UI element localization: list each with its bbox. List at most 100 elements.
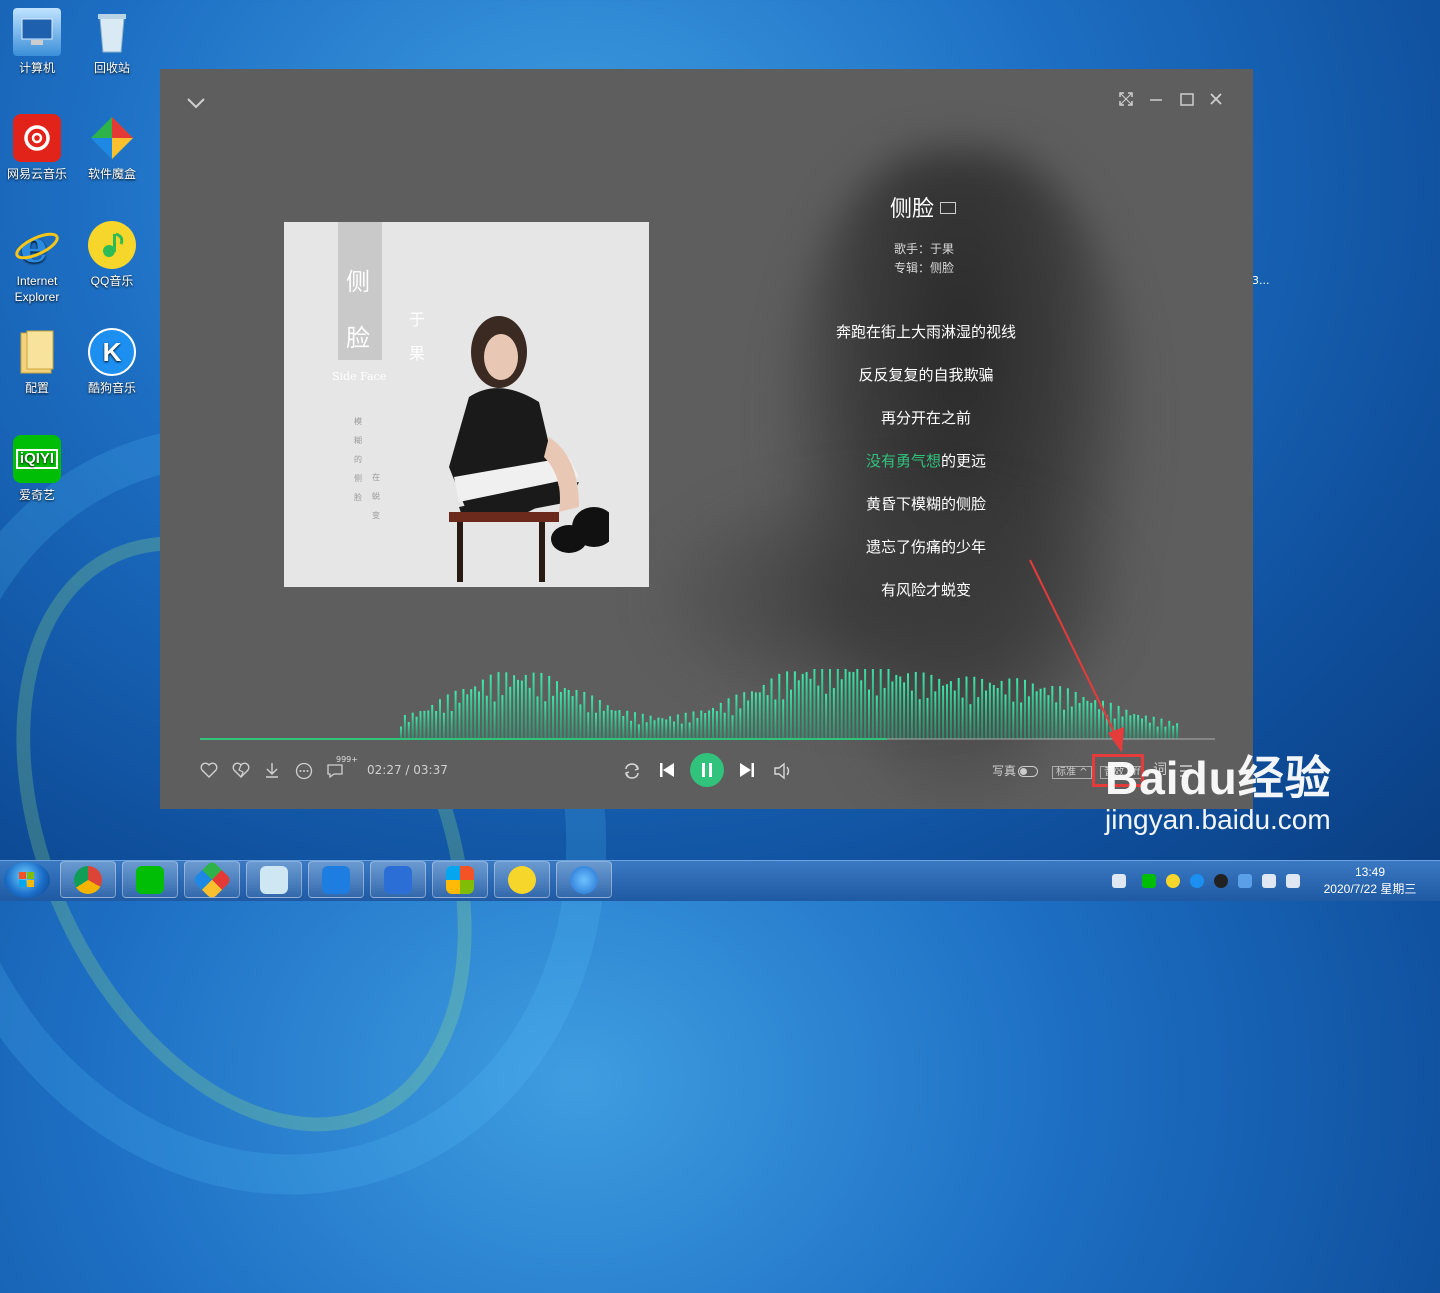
taskbar-wps[interactable] (370, 861, 426, 898)
desktop-icon-label: Internet Explorer (14, 274, 60, 304)
mv-icon[interactable] (940, 202, 957, 214)
spectrum-bar (610, 710, 613, 739)
spectrum-bar (934, 691, 937, 739)
quality-selector[interactable]: 标准 ^ (1052, 763, 1092, 779)
spectrum-bar (485, 695, 488, 739)
photo-mode-toggle[interactable]: 写真 (992, 763, 1039, 779)
spectrum-bar (875, 695, 878, 739)
network-tray-icon[interactable] (1238, 874, 1252, 888)
spectrum-bar (949, 681, 952, 739)
speaker-tray-icon[interactable] (1262, 874, 1276, 888)
spectrum-bar (513, 675, 516, 739)
computer-icon (13, 8, 61, 56)
keyboard-icon[interactable] (1112, 874, 1126, 888)
album-artist-char: 果 (409, 344, 426, 363)
previous-track-icon[interactable] (658, 761, 676, 783)
desktop-icon-ie[interactable]: e Internet Explorer (1, 221, 73, 305)
kugou-tray-icon[interactable] (1190, 874, 1204, 888)
iqiyi-icon: iQIYI (13, 435, 61, 483)
spectrum-bar (489, 674, 492, 739)
desktop-icon-label: 软件魔盒 (87, 167, 136, 181)
volume-icon[interactable] (773, 762, 793, 784)
like-heart-icon[interactable] (200, 762, 218, 782)
taskbar-software-box[interactable] (184, 859, 240, 900)
pause-button[interactable] (690, 753, 724, 787)
desktop-icon-netease-music[interactable]: 网易云音乐 (1, 114, 73, 182)
spectrum-bar (559, 691, 562, 739)
spectrum-bar (758, 692, 761, 739)
spectrum-bar (431, 704, 434, 739)
spectrum-bar (957, 677, 960, 739)
fullscreen-icon[interactable] (1118, 91, 1134, 113)
album-vertical-text: 在蜕变 (372, 473, 380, 520)
taskbar-phone-manager[interactable] (308, 861, 364, 898)
album-line[interactable]: 专辑：侧脸 (894, 259, 954, 276)
taskbar-qq-music[interactable] (494, 861, 550, 898)
spectrum-bar (407, 721, 410, 739)
taskbar-clock[interactable]: 13:49 2020/7/22 星期三 (1310, 864, 1430, 898)
spectrum-bar (852, 672, 855, 739)
repeat-mode-icon[interactable] (622, 762, 642, 784)
baidu-jingyan-watermark: Baidu经验 jingyan.baidu.com (1105, 742, 1332, 836)
close-icon[interactable] (1208, 91, 1224, 113)
spectrum-bar (871, 669, 874, 739)
desktop-icon-kugou[interactable]: K 酷狗音乐 (76, 328, 148, 396)
desktop-icon-computer[interactable]: 计算机 (1, 8, 73, 76)
lyric-unsung-part: 的更远 (941, 452, 987, 470)
spectrum-bar (840, 679, 843, 739)
download-icon[interactable] (264, 761, 280, 783)
desktop-icon-qq-music[interactable]: QQ音乐 (76, 221, 148, 289)
spectrum-bar (427, 710, 430, 739)
quality-label: 标准 (1056, 767, 1076, 778)
spectrum-bar (832, 688, 835, 739)
collapse-chevron-icon[interactable] (186, 91, 206, 115)
spectrum-bar (517, 679, 519, 739)
spectrum-bar (474, 686, 477, 739)
spectrum-bar (435, 711, 438, 739)
spectrum-bar (786, 671, 789, 739)
taskbar-notepad[interactable] (246, 861, 302, 898)
taskbar-windows-explorer[interactable] (432, 861, 488, 898)
spectrum-bar (622, 715, 625, 739)
minimize-icon[interactable] (1148, 91, 1164, 113)
spectrum-bar (493, 701, 496, 739)
desktop-icon-recycle-bin[interactable]: 回收站 (76, 8, 148, 76)
spectrum-bar (446, 694, 449, 739)
spectrum-bar (481, 679, 484, 739)
iqiyi-tray-icon[interactable] (1142, 874, 1156, 888)
spectrum-bar (665, 719, 668, 739)
display-tray-icon[interactable] (1286, 874, 1300, 888)
spectrum-bar (766, 695, 769, 739)
spectrum-bar (739, 708, 742, 739)
spectrum-bar (595, 712, 597, 739)
desktop-icon-label: 爱奇艺 (18, 488, 55, 502)
comment-icon[interactable] (326, 763, 344, 783)
taskbar-ie[interactable] (556, 861, 612, 898)
spectrum-bar (528, 687, 531, 739)
spectrum-bar (887, 669, 890, 739)
qq-tray-icon[interactable] (1214, 874, 1228, 888)
spectrum-bar (797, 680, 800, 739)
desktop-icon-software-box[interactable]: 软件魔盒 (76, 114, 148, 182)
taskbar-iqiyi[interactable] (122, 861, 178, 898)
spectrum-bar (774, 699, 777, 739)
spectrum-bar (836, 669, 839, 739)
watermark-url: jingyan.baidu.com (1105, 804, 1331, 835)
start-button[interactable] (4, 862, 50, 898)
dislike-broken-heart-icon[interactable] (232, 762, 250, 782)
spectrum-bar (973, 676, 976, 739)
desktop-icon-iqiyi[interactable]: iQIYI 爱奇艺 (1, 435, 73, 503)
spectrum-bar (669, 716, 672, 739)
maximize-icon[interactable] (1179, 91, 1195, 113)
more-options-icon[interactable] (295, 762, 313, 784)
wps-icon (384, 865, 412, 894)
qq-music-tray-icon[interactable] (1166, 874, 1180, 888)
spectrum-bar (450, 711, 453, 739)
spectrum-bar (567, 689, 570, 739)
next-track-icon[interactable] (738, 761, 756, 783)
desktop-icon-config-folder[interactable]: 配置 (1, 328, 73, 396)
artist-line[interactable]: 歌手：于果 (894, 240, 954, 257)
spectrum-bar (532, 672, 535, 739)
taskbar-chrome[interactable] (60, 861, 116, 898)
spectrum-bar (879, 669, 882, 739)
